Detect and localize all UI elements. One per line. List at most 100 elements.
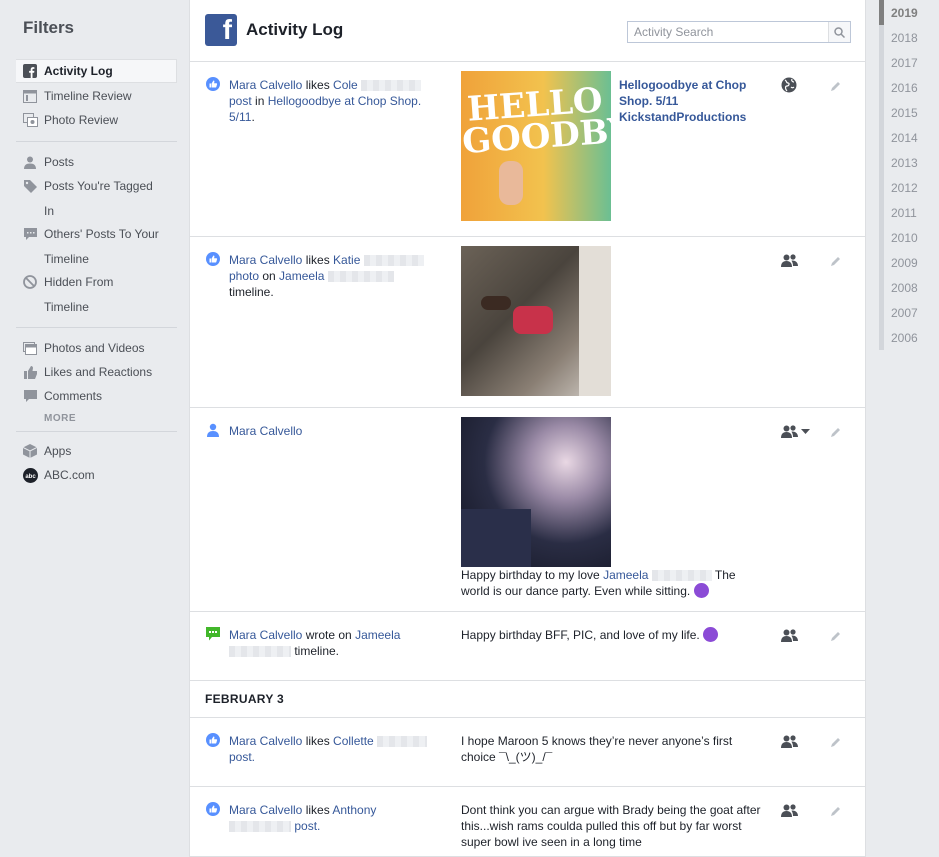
activity-description: Mara Calvello likes Katie photo on Jamee… [229, 252, 444, 300]
year-link[interactable]: 2006 [891, 331, 918, 345]
date-header: FEBRUARY 3 [190, 681, 865, 718]
search-input[interactable] [628, 22, 828, 42]
wall-post-icon [206, 627, 220, 641]
timeline-icon [22, 88, 38, 104]
person-post-icon [207, 423, 219, 437]
edit-pencil-icon[interactable] [830, 426, 842, 438]
activity-row: Mara Calvello likes Katie photo on Jamee… [190, 237, 865, 408]
activity-row: Mara Calvello Happy birthday to my love … [190, 408, 865, 612]
year-link[interactable]: 2018 [891, 31, 918, 45]
post-thumbnail[interactable]: HELLO GOODBYE [461, 71, 611, 221]
tagged-link[interactable]: Jameela [603, 568, 648, 582]
divider [16, 141, 177, 142]
activity-description: Mara Calvello likes Anthony post. [229, 802, 444, 834]
edit-pencil-icon[interactable] [830, 805, 842, 817]
actor-link[interactable]: Mara Calvello [229, 78, 302, 92]
privacy-selector[interactable] [781, 627, 801, 643]
target-link[interactable]: Collette [333, 734, 374, 748]
sidebar-item-likes[interactable]: Likes and Reactions [16, 360, 177, 384]
sidebar-item-photos-videos[interactable]: Photos and Videos [16, 336, 177, 360]
target-link[interactable]: Jameela [355, 628, 400, 642]
activity-row: Mara Calvello likes Cole post in Hellogo… [190, 62, 865, 237]
year-link[interactable]: 2014 [891, 131, 918, 145]
actor-link[interactable]: Mara Calvello [229, 253, 302, 267]
sidebar-item-timeline-review[interactable]: Timeline Review [16, 84, 177, 108]
post-link[interactable]: post [229, 94, 252, 108]
tag-icon [22, 178, 38, 194]
person-icon [22, 154, 38, 170]
search-icon [834, 26, 845, 38]
sidebar-item-label: Hidden From [44, 275, 114, 289]
year-link[interactable]: 2007 [891, 306, 918, 320]
thumbnail-figure [499, 161, 523, 205]
sidebar-item-others-posts[interactable]: Others' Posts To Your [16, 222, 177, 246]
activity-row: Mara Calvello likes Collette post. I hop… [190, 718, 865, 787]
like-icon [206, 733, 220, 747]
activity-description: Mara Calvello [229, 423, 444, 439]
post-link[interactable]: post. [229, 750, 255, 764]
sidebar-item-abc[interactable]: abc ABC.com [16, 463, 177, 487]
sidebar-item-posts-tagged[interactable]: Posts You're Tagged [16, 174, 177, 198]
sidebar-item-posts[interactable]: Posts [16, 150, 177, 174]
sidebar-item-label: Activity Log [44, 64, 113, 78]
actor-link[interactable]: Mara Calvello [229, 734, 302, 748]
year-link[interactable]: 2012 [891, 181, 918, 195]
target-link[interactable]: Katie [333, 253, 360, 267]
edit-pencil-icon[interactable] [830, 736, 842, 748]
post-link[interactable]: post. [294, 819, 320, 833]
verb-text: likes [302, 803, 333, 817]
year-link[interactable]: 2019 [891, 6, 918, 20]
year-link[interactable]: 2009 [891, 256, 918, 270]
actor-link[interactable]: Mara Calvello [229, 424, 302, 438]
like-icon [206, 77, 220, 91]
privacy-selector[interactable] [781, 423, 811, 439]
sidebar-item-label-cont: Timeline [44, 252, 89, 266]
sidebar-item-photo-review[interactable]: Photo Review [16, 108, 177, 132]
thumbnail-text: HELLO GOODBYE [461, 80, 611, 163]
like-icon [206, 802, 220, 816]
thumbnail-figure [513, 306, 553, 334]
more-link[interactable]: MORE [44, 413, 76, 424]
thumbnail-shadow [461, 509, 531, 567]
search-button[interactable] [828, 22, 850, 42]
post-thumbnail[interactable] [461, 246, 611, 396]
photo-link[interactable]: photo [229, 269, 259, 283]
facebook-logo[interactable]: f [205, 14, 237, 46]
sidebar-item-activity-log[interactable]: Activity Log [16, 59, 177, 83]
sidebar-item-apps[interactable]: Apps [16, 439, 177, 463]
year-link[interactable]: 2011 [891, 206, 917, 220]
year-link[interactable]: 2010 [891, 231, 918, 245]
year-link[interactable]: 2013 [891, 156, 918, 170]
post-content: Dont think you can argue with Brady bein… [461, 803, 761, 849]
privacy-selector[interactable] [781, 77, 801, 93]
sidebar-item-hidden[interactable]: Hidden From [16, 270, 177, 294]
year-link[interactable]: 2015 [891, 106, 918, 120]
redacted-name [229, 821, 291, 833]
post-thumbnail[interactable] [461, 417, 611, 567]
privacy-selector[interactable] [781, 252, 801, 268]
sidebar-item-label: Likes and Reactions [44, 365, 153, 379]
edit-pencil-icon[interactable] [830, 630, 842, 642]
privacy-selector[interactable] [781, 733, 801, 749]
year-link[interactable]: 2017 [891, 56, 918, 70]
verb-text: likes [302, 734, 334, 748]
year-link[interactable]: 2016 [891, 81, 918, 95]
activity-log-panel: f Activity Log Mara Calvello likes Cole … [189, 0, 866, 857]
edit-pencil-icon[interactable] [830, 80, 842, 92]
redacted-name [327, 271, 394, 283]
privacy-selector[interactable] [781, 802, 801, 818]
purple-heart-icon [693, 583, 709, 598]
divider [16, 431, 177, 432]
owner-link[interactable]: Jameela [279, 269, 324, 283]
speech-bubble-icon [22, 226, 38, 242]
edit-pencil-icon[interactable] [830, 255, 842, 267]
target-link[interactable]: Anthony [332, 803, 376, 817]
sidebar-item-comments[interactable]: Comments [16, 384, 177, 408]
actor-link[interactable]: Mara Calvello [229, 803, 302, 817]
actor-link[interactable]: Mara Calvello [229, 628, 302, 642]
event-link[interactable]: Hellogoodbye at Chop Shop. 5/11 Kickstan… [619, 77, 759, 125]
post-text: Happy birthday BFF, PIC, and love of my … [461, 628, 704, 642]
friends-icon [781, 424, 798, 438]
year-link[interactable]: 2008 [891, 281, 918, 295]
target-link[interactable]: Cole [333, 78, 358, 92]
